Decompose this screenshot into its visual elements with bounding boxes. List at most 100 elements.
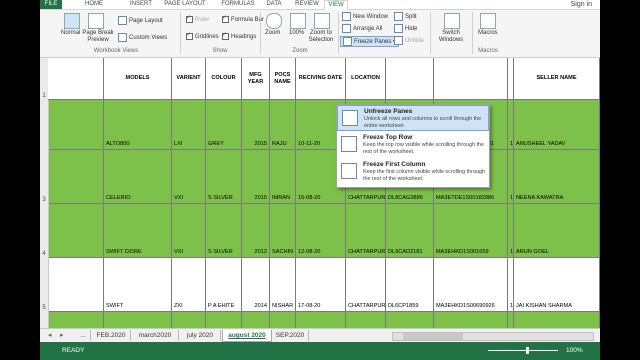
table-cell[interactable] [48, 150, 104, 204]
table-cell[interactable] [48, 204, 104, 258]
table-cell[interactable]: GREY [206, 100, 242, 150]
table-cell[interactable]: DL9CAD2181 [386, 204, 434, 258]
horizontal-scrollbar[interactable] [392, 332, 594, 341]
zoom-100-button[interactable]: 100% [289, 30, 304, 37]
table-cell[interactable]: 17-08-20 [296, 258, 346, 312]
table-cell[interactable]: S SILVER [206, 204, 242, 258]
sheet-tab-overflow[interactable]: ... [76, 330, 91, 341]
macros-icon[interactable] [480, 13, 496, 29]
header-cell[interactable] [434, 58, 508, 100]
table-cell[interactable]: 2012 [242, 204, 270, 258]
zoom-to-selection-button[interactable]: Zoom to Selection [306, 30, 336, 44]
page-break-preview-button[interactable]: Page Break Preview [82, 30, 114, 44]
headings-checkbox[interactable]: Headings [222, 31, 256, 41]
row-header[interactable] [40, 100, 49, 150]
menu-item-unfreeze-panes[interactable]: Unfreeze Panes Unlock all rows and colum… [337, 105, 489, 131]
table-cell[interactable]: NEENA KAWATRA [514, 150, 600, 204]
table-cell[interactable]: ARUN GOEL [514, 204, 600, 258]
table-cell[interactable]: 2015 [242, 150, 270, 204]
row-header[interactable]: 4 [40, 204, 49, 258]
table-cell[interactable]: DL6CP1859 [386, 258, 434, 312]
tab-home[interactable]: HOME [80, 0, 108, 9]
header-cell[interactable]: COLOUR [206, 58, 242, 100]
table-cell[interactable]: CELERIO [104, 150, 172, 204]
zoom-slider[interactable] [488, 350, 558, 351]
table-cell[interactable]: ALTO800 [104, 100, 172, 150]
normal-view-icon[interactable] [64, 13, 80, 29]
tab-view[interactable]: VIEW [324, 0, 348, 10]
zoom-magnifier-icon[interactable] [266, 13, 282, 29]
table-cell[interactable]: SWIFT DZIRE [104, 204, 172, 258]
zoom-button[interactable]: Zoom [265, 30, 280, 37]
table-cell[interactable]: 2015 [242, 100, 270, 150]
worksheet-grid[interactable]: 1 MODELS VARIENT COLOUR MFG YEAR POCS NA… [40, 58, 600, 360]
table-cell[interactable]: ZXI [172, 258, 206, 312]
scrollbar-thumb[interactable] [403, 333, 463, 340]
tab-formulas[interactable]: FORMULAS [218, 0, 258, 9]
table-cell[interactable]: P A EHITE [206, 258, 242, 312]
table-cell[interactable]: VXI [172, 150, 206, 204]
hide-button[interactable]: Hide [394, 24, 417, 33]
switch-windows-button[interactable]: Switch Windows [436, 30, 466, 44]
table-cell[interactable]: LXI [172, 100, 206, 150]
table-cell[interactable]: SWIFT [104, 258, 172, 312]
arrange-all-button[interactable]: Arrange All [342, 24, 382, 33]
table-cell[interactable]: IMRAN [270, 150, 296, 204]
row-header[interactable]: 3 [40, 150, 49, 204]
ruler-checkbox[interactable]: Ruler [186, 14, 209, 24]
row-header[interactable]: 5 [40, 258, 49, 312]
zoom-slider-thumb[interactable] [526, 347, 529, 354]
gridlines-checkbox[interactable]: Gridlines [186, 31, 219, 41]
tab-page-layout[interactable]: PAGE LAYOUT [160, 0, 210, 9]
sign-in-link[interactable]: Sign in [571, 0, 592, 9]
header-cell[interactable]: POCS NAME [270, 58, 296, 100]
scroll-left-icon[interactable]: ◂ [48, 331, 52, 339]
sheet-tab[interactable]: august 2020 [222, 330, 272, 342]
table-cell[interactable] [48, 258, 104, 312]
macros-button[interactable]: Macros [478, 30, 498, 37]
menu-item-freeze-top-row[interactable]: Freeze Top Row Keep the top row visible … [337, 132, 489, 158]
page-break-preview-icon[interactable] [88, 13, 104, 29]
table-cell[interactable]: NISHAR [270, 258, 296, 312]
header-cell[interactable]: RECIVING DATE [296, 58, 346, 100]
table-cell[interactable]: CHATTARPUR [346, 258, 386, 312]
tab-file[interactable]: FILE [40, 0, 62, 9]
header-cell[interactable]: MODELS [104, 58, 172, 100]
sheet-tab[interactable]: SEP.2020 [272, 330, 309, 341]
sheet-tab[interactable]: march2020 [132, 330, 179, 341]
header-cell[interactable]: VARIENT [172, 58, 206, 100]
unhide-button[interactable]: Unhide [394, 36, 424, 45]
table-cell[interactable]: 12-08-20 [296, 204, 346, 258]
header-cell[interactable]: MFG YEAR [242, 58, 270, 100]
sheet-tab[interactable]: july 2020 [180, 330, 221, 341]
header-cell[interactable] [386, 58, 434, 100]
split-button[interactable]: Split [394, 12, 417, 21]
switch-windows-icon[interactable] [444, 13, 460, 29]
scroll-right-icon[interactable]: ▸ [60, 331, 64, 339]
tab-data[interactable]: DATA [262, 0, 286, 9]
zoom-to-selection-icon[interactable] [314, 13, 330, 29]
header-cell[interactable]: LOCATION [346, 58, 386, 100]
freeze-panes-button[interactable]: Freeze Panes ▾ [340, 36, 400, 48]
table-cell[interactable]: JAI KISHAN SHARMA [514, 258, 600, 312]
table-cell[interactable]: VXI [172, 204, 206, 258]
page-layout-button[interactable]: Page Layout [118, 16, 163, 25]
new-window-button[interactable]: New Window [342, 12, 388, 21]
tab-insert[interactable]: INSERT [126, 0, 156, 9]
table-cell[interactable]: 2014 [242, 258, 270, 312]
header-cell[interactable] [48, 58, 104, 100]
sheet-tab[interactable]: FEB.2020 [92, 330, 131, 341]
tab-review[interactable]: REVIEW [292, 0, 322, 9]
table-cell[interactable]: CHATTARPUR [346, 204, 386, 258]
zoom-percent[interactable]: 100% [566, 347, 583, 354]
header-cell[interactable]: SELLER NAME [514, 58, 600, 100]
zoom-100-icon[interactable] [290, 13, 306, 29]
table-cell[interactable]: ANUSHEEL YADAV [514, 100, 600, 150]
table-cell[interactable]: RAJU [270, 100, 296, 150]
normal-view-button[interactable]: Normal [61, 30, 80, 37]
table-cell[interactable] [48, 100, 104, 150]
custom-views-button[interactable]: Custom Views [118, 33, 167, 42]
formula-bar-checkbox[interactable]: Formula Bar [222, 14, 264, 24]
table-cell[interactable]: MA3EHKD1S00690926 [434, 258, 508, 312]
table-cell[interactable]: S SILVER [206, 150, 242, 204]
